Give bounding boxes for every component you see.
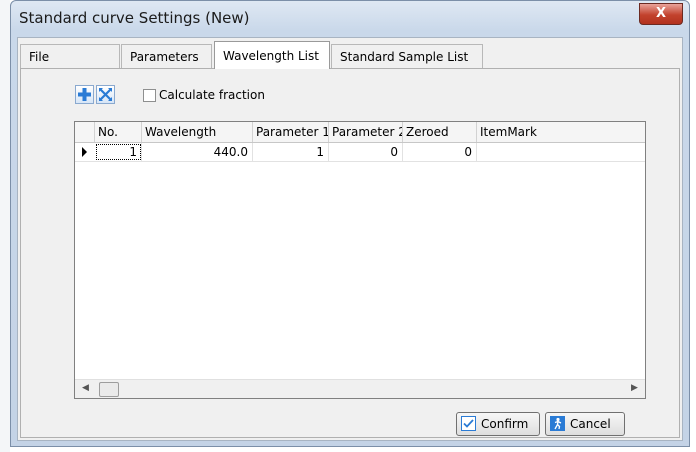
cell-itemmark[interactable] <box>477 143 645 161</box>
cell-zeroed[interactable]: 0 <box>403 143 477 161</box>
column-header-parameter-2[interactable]: Parameter 2 <box>329 122 403 142</box>
cell-parameter-2[interactable]: 0 <box>329 143 403 161</box>
cancel-label: Cancel <box>570 417 611 431</box>
column-header-parameter-1[interactable]: Parameter 1 <box>253 122 329 142</box>
calculate-fraction-option[interactable]: Calculate fraction <box>143 88 265 102</box>
calculate-fraction-label: Calculate fraction <box>159 88 265 102</box>
dialog-window: Standard curve Settings (New) X File att… <box>10 0 690 447</box>
delete-row-button[interactable] <box>96 85 115 104</box>
exit-running-icon <box>550 416 565 431</box>
table-row[interactable]: 1 440.0 1 0 0 <box>75 143 645 162</box>
column-header-wavelength[interactable]: Wavelength <box>142 122 253 142</box>
checkmark-icon <box>461 416 476 431</box>
horizontal-scrollbar[interactable]: ◀ ▶ <box>75 379 645 398</box>
cancel-button[interactable]: Cancel <box>545 412 625 436</box>
cell-no[interactable]: 1 <box>95 143 142 161</box>
calculate-fraction-checkbox[interactable] <box>143 89 156 102</box>
scroll-left-icon[interactable]: ◀ <box>77 380 94 397</box>
column-header-zeroed[interactable]: Zeroed <box>403 122 477 142</box>
cell-wavelength[interactable]: 440.0 <box>142 143 253 161</box>
dialog-client-area: File attributes Parameters Wavelength Li… <box>17 37 683 441</box>
scroll-thumb[interactable] <box>99 382 119 397</box>
confirm-label: Confirm <box>481 417 529 431</box>
cross-arrows-icon <box>99 88 112 101</box>
column-header-no[interactable]: No. <box>95 122 142 142</box>
close-button[interactable]: X <box>639 3 683 25</box>
window-title: Standard curve Settings (New) <box>19 9 250 27</box>
tab-wavelength-list[interactable]: Wavelength List <box>214 41 330 69</box>
row-indicator-icon <box>75 143 95 161</box>
scroll-right-icon[interactable]: ▶ <box>626 380 643 397</box>
header-indicator-cell <box>75 122 95 142</box>
column-header-itemmark[interactable]: ItemMark <box>477 122 645 142</box>
tab-standard-sample-list[interactable]: Standard Sample List <box>331 44 483 68</box>
grid-header: No. Wavelength Parameter 1 Parameter 2 Z… <box>75 122 645 143</box>
cell-parameter-1[interactable]: 1 <box>253 143 329 161</box>
plus-icon <box>78 88 91 101</box>
wavelength-grid[interactable]: No. Wavelength Parameter 1 Parameter 2 Z… <box>74 121 646 399</box>
background-strip <box>0 0 10 452</box>
add-row-button[interactable] <box>75 85 94 104</box>
title-bar: Standard curve Settings (New) X <box>11 1 689 37</box>
confirm-button[interactable]: Confirm <box>456 412 540 436</box>
tab-file-attributes[interactable]: File attributes <box>20 44 120 88</box>
tab-parameters[interactable]: Parameters <box>121 44 212 68</box>
